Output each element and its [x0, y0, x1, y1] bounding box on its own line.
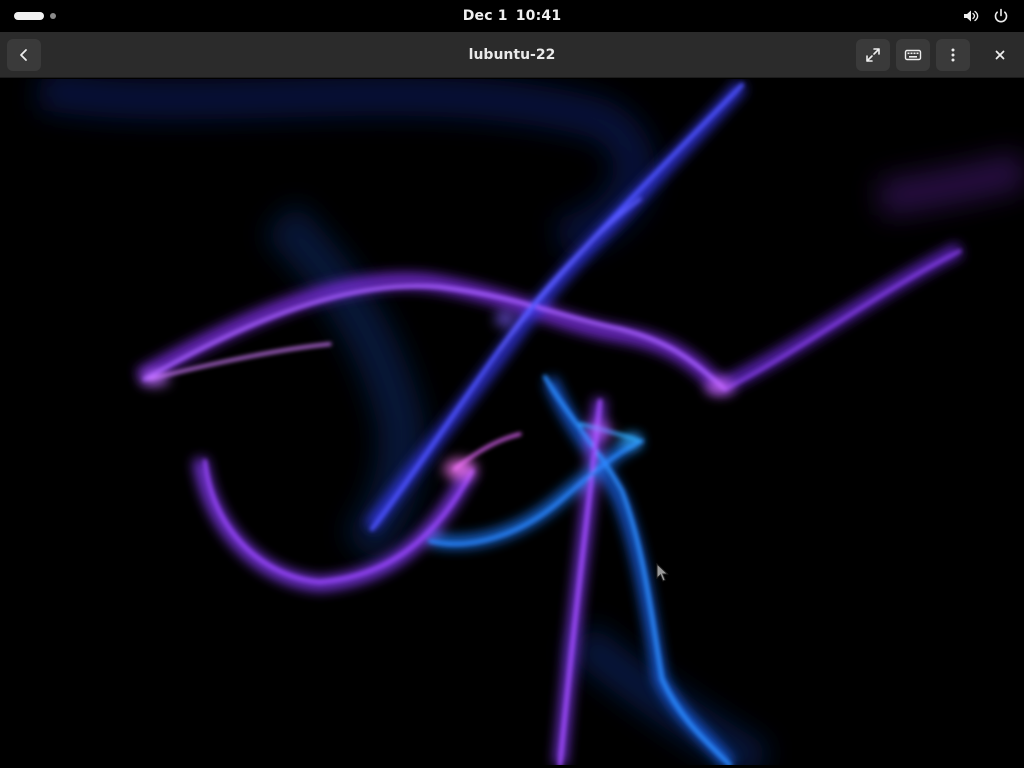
vertical-dots-icon: [951, 48, 955, 62]
keyboard-icon: [904, 49, 922, 61]
back-button[interactable]: [7, 39, 41, 71]
menu-button[interactable]: [936, 39, 970, 71]
keyboard-button[interactable]: [896, 39, 930, 71]
fullscreen-icon: [866, 48, 880, 62]
top-bar: Dec 1 10:41: [0, 0, 1024, 32]
power-icon[interactable]: [992, 7, 1010, 25]
close-icon: [995, 50, 1005, 60]
close-button[interactable]: [984, 39, 1016, 71]
fullscreen-button[interactable]: [856, 39, 890, 71]
back-arrow-icon: [20, 49, 27, 61]
clock[interactable]: Dec 1 10:41: [0, 0, 1024, 32]
system-tray[interactable]: [962, 6, 1010, 26]
clock-time: 10:41: [515, 8, 562, 24]
remote-desktop-view[interactable]: [0, 79, 1024, 765]
clock-date: Dec 1: [462, 8, 508, 24]
header-bar: lubuntu-22: [0, 32, 1024, 78]
volume-icon[interactable]: [962, 7, 980, 25]
wallpaper: [0, 79, 1024, 765]
mouse-pointer-icon: [656, 563, 670, 583]
